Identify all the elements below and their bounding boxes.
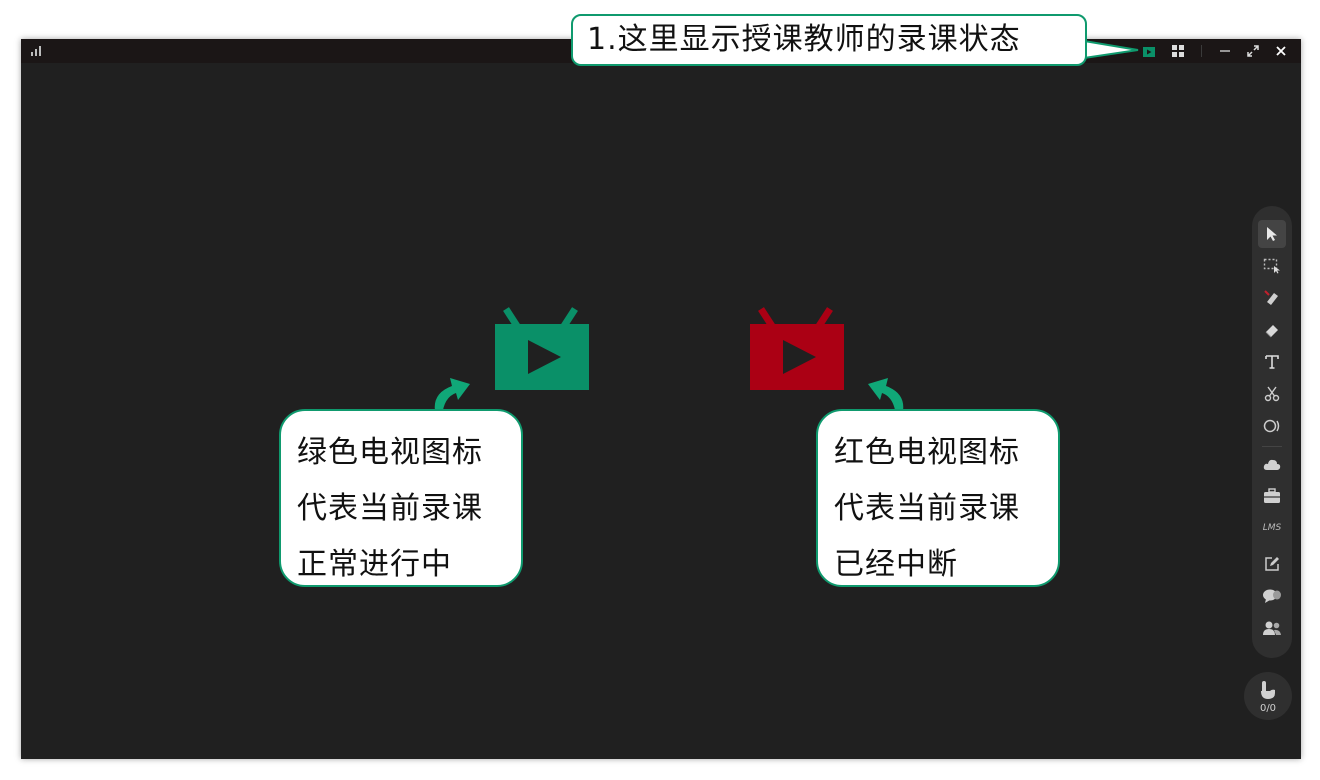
- toolbox-icon[interactable]: [1258, 482, 1286, 510]
- hand-raise-count: 0/0: [1259, 703, 1277, 714]
- eraser-icon[interactable]: [1258, 316, 1286, 344]
- close-icon[interactable]: [1274, 44, 1288, 58]
- toolbar-divider: [1262, 446, 1282, 447]
- lms-label: LMS: [1262, 523, 1282, 533]
- recording-status-icon[interactable]: [1142, 44, 1156, 58]
- participants-icon[interactable]: [1258, 614, 1286, 642]
- restore-icon[interactable]: [1246, 44, 1260, 58]
- box-select-icon[interactable]: [1258, 252, 1286, 280]
- titlebar-divider: [1201, 45, 1202, 57]
- hand-raise-button[interactable]: 0/0: [1244, 672, 1292, 720]
- classroom-window: LMS 0/0: [21, 39, 1301, 759]
- green-callout-line-3: 正常进行中: [297, 547, 452, 582]
- hand-raise-icon: [1261, 681, 1275, 699]
- chat-icon[interactable]: [1258, 582, 1286, 610]
- signal-icon: [31, 46, 45, 56]
- select-arrow-icon[interactable]: [1258, 220, 1286, 248]
- shapes-icon[interactable]: [1258, 412, 1286, 440]
- top-callout-pointer: [1084, 40, 1139, 59]
- red-recording-tv-icon: [750, 307, 844, 390]
- green-callout-line-2: 代表当前录课: [297, 491, 483, 526]
- red-callout-line-1: 红色电视图标: [834, 435, 1020, 470]
- text-icon[interactable]: [1258, 348, 1286, 376]
- red-callout-line-2: 代表当前录课: [834, 491, 1020, 526]
- top-annotation-text: 1.这里显示授课教师的录课状态: [587, 22, 1021, 57]
- green-callout-line-1: 绿色电视图标: [297, 435, 483, 470]
- green-recording-tv-icon: [495, 307, 589, 390]
- grid-icon[interactable]: [1171, 44, 1185, 58]
- green-icon-callout: 绿色电视图标 代表当前录课 正常进行中: [279, 409, 523, 587]
- lms-button[interactable]: LMS: [1258, 514, 1286, 542]
- pen-icon[interactable]: [1258, 284, 1286, 312]
- red-icon-callout: 红色电视图标 代表当前录课 已经中断: [816, 409, 1060, 587]
- scissors-icon[interactable]: [1258, 380, 1286, 408]
- red-callout-line-3: 已经中断: [834, 547, 958, 582]
- minimize-icon[interactable]: [1218, 44, 1232, 58]
- cloud-icon[interactable]: [1258, 450, 1286, 478]
- top-annotation-callout: 1.这里显示授课教师的录课状态: [571, 14, 1087, 66]
- edit-note-icon[interactable]: [1258, 550, 1286, 578]
- drawing-toolbar: LMS: [1252, 206, 1292, 658]
